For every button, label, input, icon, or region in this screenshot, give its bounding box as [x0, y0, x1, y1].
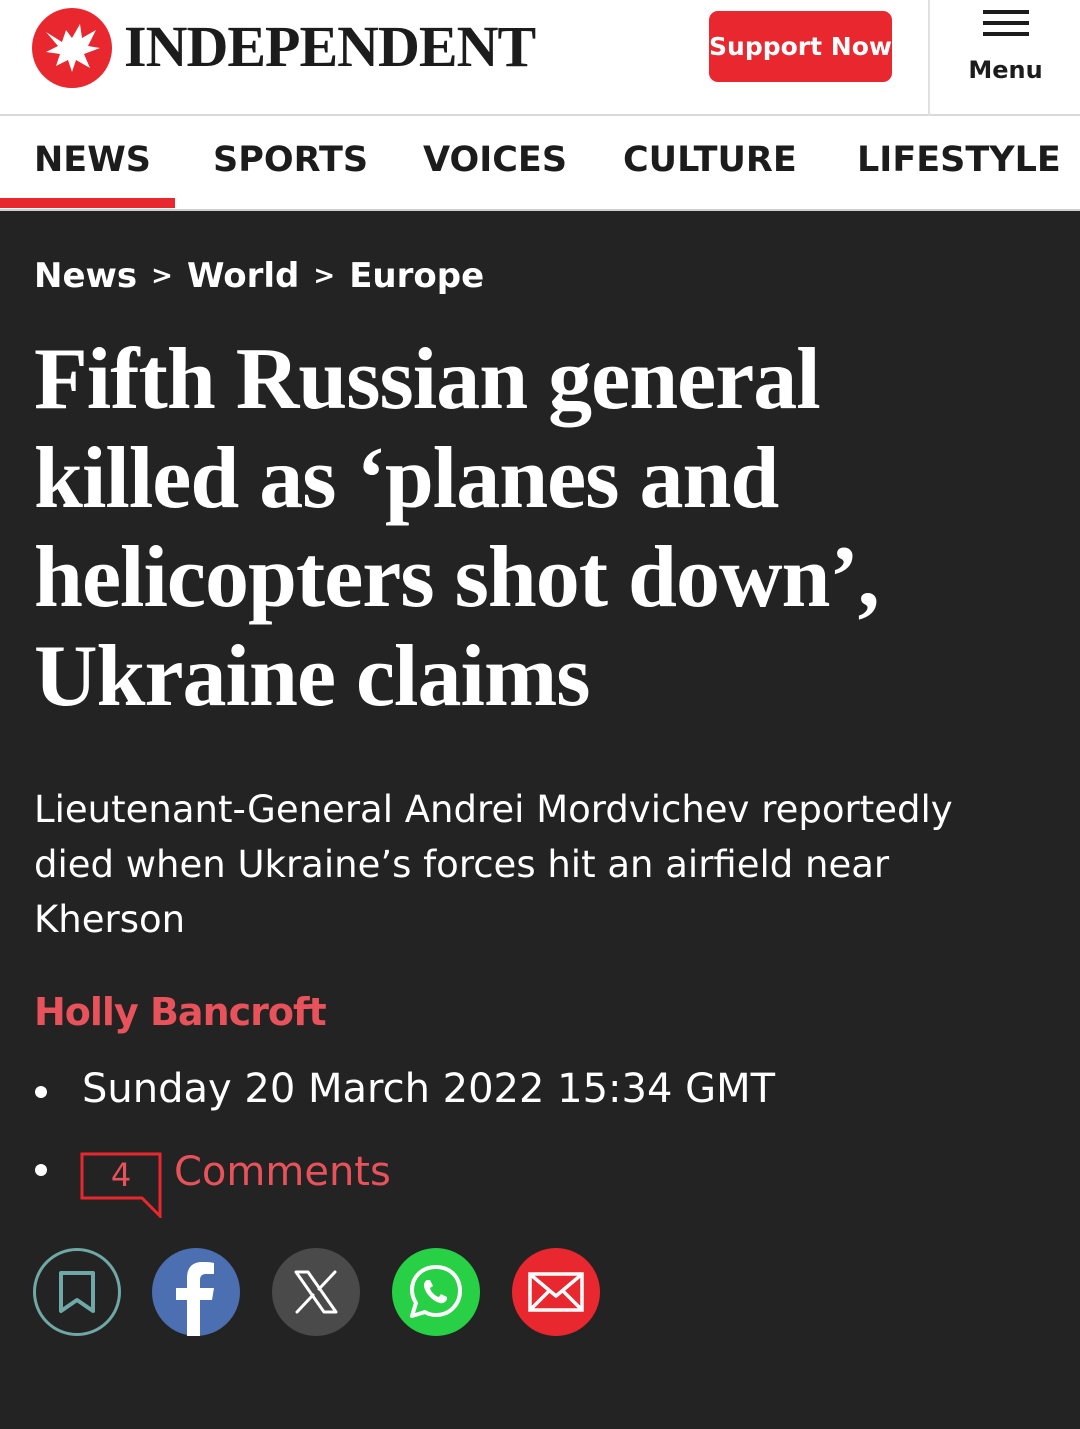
headline-line: Ukraine claims: [34, 628, 591, 725]
nav-item-lifestyle[interactable]: LIFESTYLE: [857, 116, 1061, 209]
comments-label: Comments: [174, 1149, 391, 1195]
headline-line: killed as ‘planes and: [34, 430, 779, 527]
support-now-button[interactable]: Support Now: [709, 11, 892, 82]
header-divider: [928, 0, 930, 116]
site-header: INDEPENDENT Support Now Menu: [0, 0, 1080, 116]
nav-item-voices[interactable]: VOICES: [423, 116, 567, 209]
eagle-logo-icon[interactable]: [32, 8, 112, 88]
headline-line: Fifth Russian general: [34, 331, 821, 428]
breadcrumb: News > World > Europe: [34, 254, 484, 298]
breadcrumb-news[interactable]: News: [34, 256, 137, 296]
whatsapp-share-button[interactable]: [392, 1248, 480, 1336]
share-bar: [33, 1248, 633, 1336]
bookmark-button[interactable]: [33, 1248, 121, 1336]
nav-item-news[interactable]: NEWS: [34, 116, 151, 209]
author-link[interactable]: Holly Bancroft: [34, 990, 327, 1034]
breadcrumb-separator: >: [151, 261, 173, 291]
standfirst-line: Lieutenant-General Andrei Mordvichev rep…: [34, 788, 953, 831]
menu-label: Menu: [968, 56, 1043, 84]
whatsapp-icon: [410, 1265, 462, 1318]
bullet-icon: [35, 1086, 47, 1098]
standfirst-line: died when Ukraine’s forces hit an airfie…: [34, 843, 890, 886]
bullet-icon: [35, 1164, 47, 1176]
hamburger-icon: [983, 10, 1029, 38]
comments-count: 4: [110, 1156, 132, 1194]
facebook-icon: [176, 1262, 214, 1336]
article-headline: Fifth Russian general killed as ‘planes …: [34, 330, 1034, 726]
nav-item-culture[interactable]: CULTURE: [623, 116, 797, 209]
email-share-button[interactable]: [512, 1248, 600, 1336]
x-icon: [294, 1270, 338, 1314]
nav-active-indicator: [0, 198, 175, 208]
site-logo-text[interactable]: INDEPENDENT: [124, 14, 536, 80]
breadcrumb-world[interactable]: World: [187, 256, 299, 296]
standfirst-line: Kherson: [34, 898, 186, 941]
bookmark-icon: [59, 1271, 95, 1313]
article-standfirst: Lieutenant-General Andrei Mordvichev rep…: [34, 782, 1044, 947]
comments-link[interactable]: 4 Comments: [80, 1148, 400, 1218]
breadcrumb-separator: >: [313, 261, 336, 291]
headline-line: helicopters shot down’,: [34, 529, 880, 626]
publish-date: Sunday 20 March 2022 15:34 GMT: [82, 1066, 776, 1112]
facebook-share-button[interactable]: [152, 1248, 240, 1336]
email-icon: [528, 1272, 584, 1312]
section-nav: NEWS SPORTS VOICES CULTURE LIFESTYLE: [0, 116, 1080, 211]
breadcrumb-europe[interactable]: Europe: [349, 256, 484, 296]
menu-button[interactable]: Menu: [931, 0, 1080, 116]
nav-item-sports[interactable]: SPORTS: [213, 116, 368, 209]
x-share-button[interactable]: [272, 1248, 360, 1336]
